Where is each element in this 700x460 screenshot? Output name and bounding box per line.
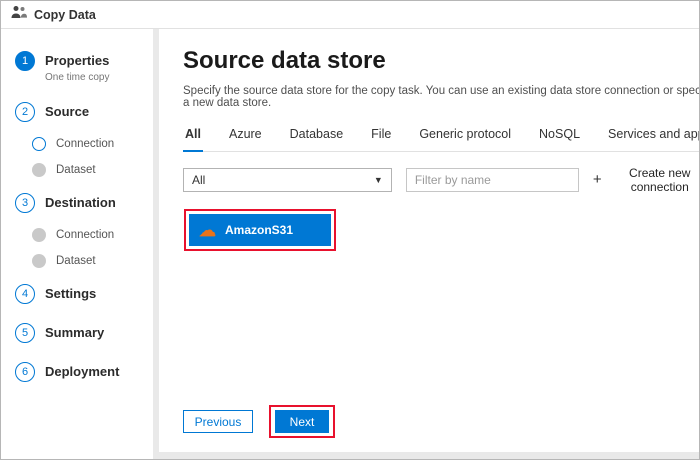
plus-icon: +: [592, 171, 602, 188]
substep-label: Connection: [56, 138, 115, 150]
create-new-connection-button[interactable]: + Create new connection: [592, 166, 699, 194]
substep-pending-indicator: [32, 163, 46, 177]
step-label: Summary: [45, 325, 105, 340]
substep-destination-dataset[interactable]: Dataset: [32, 254, 145, 268]
step-label: Deployment: [45, 364, 120, 379]
chevron-down-icon: ▼: [373, 175, 383, 185]
sidebar-step-deployment[interactable]: 6 Deployment: [15, 362, 145, 382]
substep-pending-indicator: [32, 228, 46, 242]
sidebar-step-source[interactable]: 2 Source: [15, 102, 145, 122]
wizard-steps-sidebar: 1 Properties One time copy 2 Source Conn…: [1, 29, 153, 459]
wizard-footer: Previous Next: [183, 405, 699, 438]
copy-data-icon: [11, 5, 27, 24]
amazon-s3-icon: ☁: [199, 220, 216, 240]
sidebar-step-summary[interactable]: 5 Summary: [15, 323, 145, 343]
category-dropdown-value: All: [192, 173, 206, 187]
step-2-indicator: 2: [15, 102, 35, 122]
step-label: Properties: [45, 53, 110, 68]
sidebar-step-settings[interactable]: 4 Settings: [15, 284, 145, 304]
step-6-indicator: 6: [15, 362, 35, 382]
substep-current-indicator: [32, 137, 46, 151]
tab-generic-protocol[interactable]: Generic protocol: [417, 121, 513, 151]
window-header: Copy Data: [1, 1, 699, 29]
filter-by-name-input[interactable]: [405, 168, 579, 192]
connection-name: AmazonS31: [225, 223, 294, 237]
annotation-box-connection: ☁ AmazonS31: [184, 209, 336, 251]
tab-all[interactable]: All: [183, 121, 203, 152]
page-subtitle: Specify the source data store for the co…: [183, 85, 700, 109]
annotation-box-next: Next: [269, 405, 335, 438]
filter-toolbar: All ▼ + Create new connection: [183, 166, 699, 194]
tab-azure[interactable]: Azure: [227, 121, 264, 151]
sidebar-step-destination[interactable]: 3 Destination: [15, 193, 145, 213]
step-label: Destination: [45, 195, 116, 210]
substep-destination-connection[interactable]: Connection: [32, 228, 145, 242]
substep-source-connection[interactable]: Connection: [32, 137, 145, 151]
connection-tile-amazons31[interactable]: ☁ AmazonS31: [189, 214, 331, 246]
page-title: Source data store: [183, 47, 386, 74]
substep-source-dataset[interactable]: Dataset: [32, 163, 145, 177]
previous-button[interactable]: Previous: [183, 410, 253, 433]
step-5-indicator: 5: [15, 323, 35, 343]
substep-label: Dataset: [56, 255, 96, 267]
step-sublabel: One time copy: [45, 72, 110, 83]
sidebar-step-properties[interactable]: 1 Properties One time copy: [15, 51, 145, 83]
connection-list: ☁ AmazonS31: [183, 194, 699, 405]
main-panel: Source data store Specify the source dat…: [159, 29, 700, 452]
tab-database[interactable]: Database: [288, 121, 346, 151]
step-1-indicator: 1: [15, 51, 35, 71]
tab-nosql[interactable]: NoSQL: [537, 121, 582, 151]
tab-services-and-apps[interactable]: Services and apps: [606, 121, 699, 151]
create-new-connection-label: Create new connection: [629, 166, 691, 194]
substep-pending-indicator: [32, 254, 46, 268]
tab-file[interactable]: File: [369, 121, 393, 151]
step-4-indicator: 4: [15, 284, 35, 304]
step-label: Settings: [45, 286, 97, 301]
substep-label: Dataset: [56, 164, 96, 176]
step-label: Source: [45, 104, 90, 119]
category-tabs: All Azure Database File Generic protocol…: [183, 121, 699, 152]
next-button[interactable]: Next: [275, 410, 329, 433]
window-title: Copy Data: [34, 7, 96, 22]
step-3-indicator: 3: [15, 193, 35, 213]
substep-label: Connection: [56, 229, 115, 241]
category-dropdown[interactable]: All ▼: [183, 168, 392, 192]
copy-data-window: Copy Data 1 Properties One time copy 2 S…: [0, 0, 700, 460]
